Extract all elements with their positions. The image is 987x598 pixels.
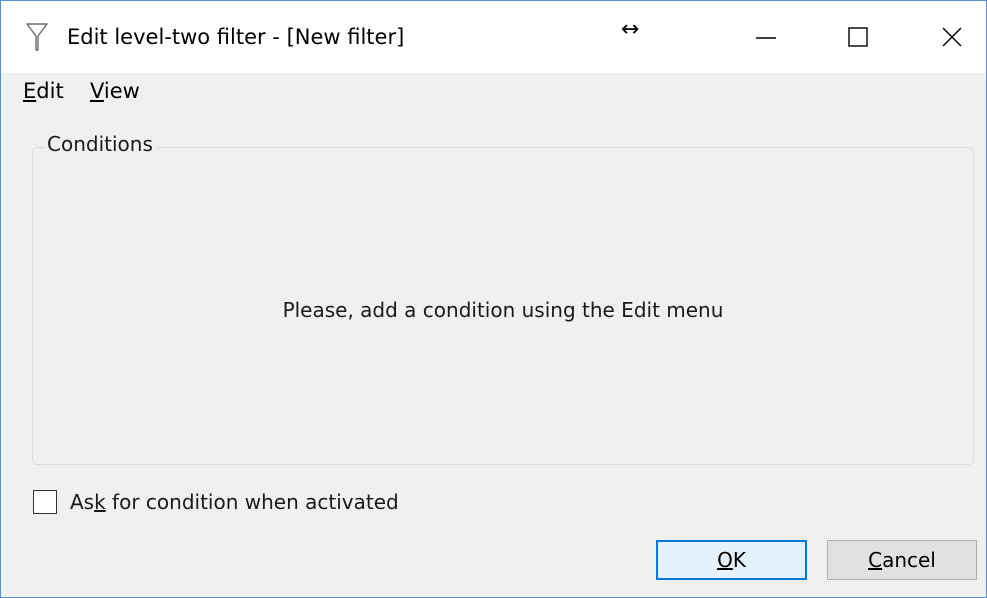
menu-view[interactable]: View [90,79,140,103]
conditions-label: Conditions [45,132,157,156]
ask-for-condition-label[interactable]: Ask for condition when activated [70,490,399,514]
cancel-button[interactable]: Cancel [827,540,977,580]
maximize-button[interactable] [827,1,889,73]
menu-edit[interactable]: Edit [23,79,64,103]
title-bar[interactable]: Edit level-two filter - [New filter] ↔ [1,1,986,73]
resize-cursor-icon: ↔ [621,17,640,42]
close-button[interactable] [921,1,983,73]
menu-bar: Edit View [1,73,986,109]
window-title: Edit level-two filter - [New filter] [67,25,405,49]
maximize-icon [848,27,868,47]
minimize-icon [756,37,776,39]
close-icon [942,27,962,47]
filter-funnel-icon [26,23,48,51]
empty-conditions-message: Please, add a condition using the Edit m… [282,298,724,322]
ask-for-condition-checkbox[interactable] [33,490,57,514]
ok-button[interactable]: OK [656,540,807,580]
minimize-button[interactable] [735,1,797,73]
edit-filter-dialog: Edit level-two filter - [New filter] ↔ E… [0,0,987,598]
